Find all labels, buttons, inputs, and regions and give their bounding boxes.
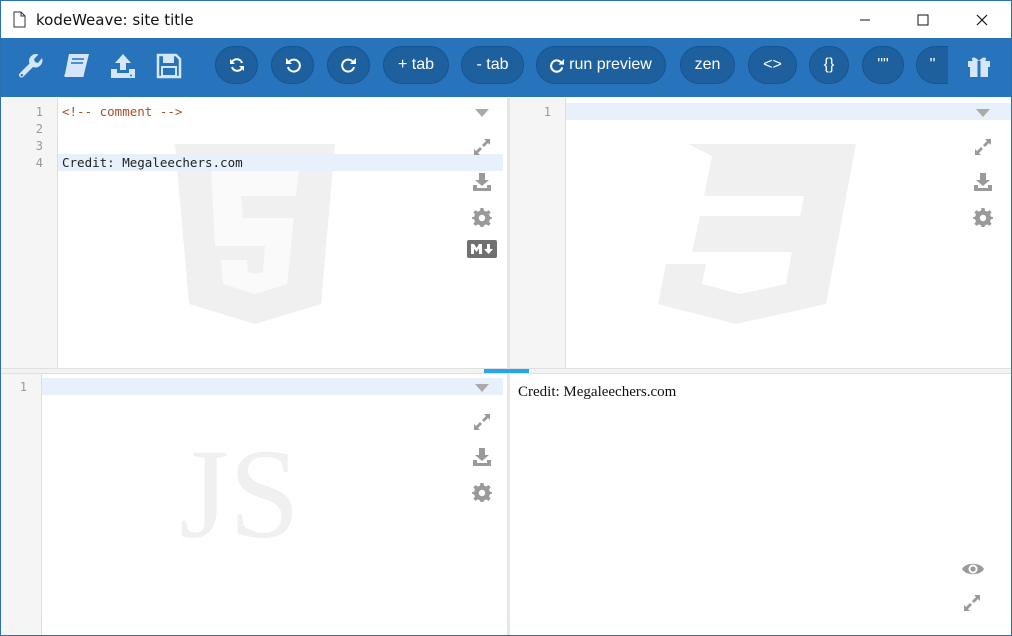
chevron-down-icon (475, 109, 489, 117)
upload-button[interactable] (107, 50, 139, 82)
line-gutter: 1 2 3 4 (1, 98, 58, 368)
redo-button[interactable] (327, 46, 370, 84)
undo-button[interactable] (271, 46, 314, 84)
code-text: <!-- comment --> (62, 104, 183, 119)
gear-icon (472, 483, 492, 502)
css-editor-panel[interactable]: 1 (510, 98, 1011, 368)
close-button[interactable] (953, 1, 1011, 39)
double-quotes-button[interactable]: "" (862, 46, 904, 84)
single-quotes-button[interactable]: '' (916, 46, 948, 84)
toolbar: + tab - tab run preview zen <> {} "" '' (0, 38, 1012, 97)
eye-icon (962, 563, 984, 575)
code-line: <!-- comment --> (58, 103, 503, 120)
line-number: 1 (35, 105, 43, 119)
gear-icon (973, 208, 993, 227)
maximize-button[interactable] (894, 1, 952, 39)
html-editor-panel[interactable]: 1 2 3 4 <!-- comment --> Credit: Megalee… (1, 98, 503, 368)
add-tab-button[interactable]: + tab (383, 46, 449, 84)
code-line-active: Credit: Megaleechers.com (58, 154, 503, 171)
run-preview-button[interactable]: run preview (536, 46, 666, 84)
dropdown-button[interactable] (471, 102, 493, 124)
save-icon (156, 53, 182, 79)
title-bar: kodeWeave: site title (0, 0, 1012, 38)
dropdown-button[interactable] (471, 377, 493, 399)
line-number: 1 (543, 105, 551, 119)
expand-icon (474, 414, 490, 430)
maximize-icon (917, 14, 929, 26)
tags-button[interactable]: <> (748, 46, 797, 84)
braces-button[interactable]: {} (809, 46, 849, 84)
run-preview-label: run preview (569, 56, 652, 73)
zen-button[interactable]: zen (680, 46, 735, 84)
settings-button[interactable] (471, 481, 493, 503)
line-number: 2 (35, 122, 43, 136)
download-icon (974, 173, 992, 191)
toggle-preview-button[interactable] (960, 558, 986, 580)
download-button[interactable] (471, 171, 493, 193)
code-area[interactable] (42, 374, 503, 635)
refresh-icon (229, 58, 244, 72)
file-icon (13, 11, 26, 28)
settings-wrench-button[interactable] (15, 50, 47, 82)
code-line-active (42, 378, 503, 395)
line-number: 4 (35, 156, 43, 170)
line-number: 3 (35, 139, 43, 153)
remove-tab-button[interactable]: - tab (461, 46, 524, 84)
download-button[interactable] (972, 171, 994, 193)
wrench-icon (19, 54, 43, 78)
code-text: Credit: Megaleechers.com (62, 155, 243, 170)
settings-button[interactable] (972, 206, 994, 228)
redo-icon (340, 58, 356, 73)
expand-icon (975, 139, 991, 155)
library-button[interactable] (61, 50, 93, 82)
gift-icon (968, 57, 990, 77)
redo-icon (550, 58, 565, 73)
expand-button[interactable] (972, 136, 994, 158)
refresh-button[interactable] (215, 46, 258, 84)
dropdown-button[interactable] (972, 102, 994, 124)
line-number: 1 (19, 380, 27, 394)
preview-content: Credit: Megaleechers.com (518, 384, 677, 400)
expand-icon (474, 139, 490, 155)
close-icon (976, 14, 988, 26)
download-icon (473, 173, 491, 191)
js-editor-panel[interactable]: 1 JS (1, 374, 503, 635)
code-area[interactable]: <!-- comment --> Credit: Megaleechers.co… (58, 98, 503, 368)
save-button[interactable] (153, 50, 185, 82)
settings-button[interactable] (471, 206, 493, 228)
upload-icon (111, 54, 135, 78)
download-button[interactable] (471, 446, 493, 468)
code-area[interactable] (566, 98, 1011, 368)
expand-button[interactable] (961, 592, 983, 614)
window-title: kodeWeave: site title (36, 11, 194, 29)
undo-icon (285, 58, 301, 73)
minimize-button[interactable] (836, 1, 894, 39)
expand-icon (964, 595, 980, 611)
book-icon (64, 54, 89, 77)
chevron-down-icon (976, 109, 990, 117)
preview-panel[interactable]: Credit: Megaleechers.com (510, 374, 1011, 635)
chevron-down-icon (475, 384, 489, 392)
markdown-button[interactable] (466, 238, 498, 260)
expand-button[interactable] (471, 411, 493, 433)
download-icon (473, 448, 491, 466)
expand-button[interactable] (471, 136, 493, 158)
code-line-active (566, 103, 1011, 120)
line-gutter: 1 (510, 98, 566, 368)
resize-handle[interactable] (484, 369, 529, 373)
line-gutter: 1 (1, 374, 42, 635)
gear-icon (472, 208, 492, 227)
markdown-icon (467, 240, 497, 258)
gift-button[interactable] (963, 50, 995, 82)
minimize-icon (860, 19, 870, 21)
